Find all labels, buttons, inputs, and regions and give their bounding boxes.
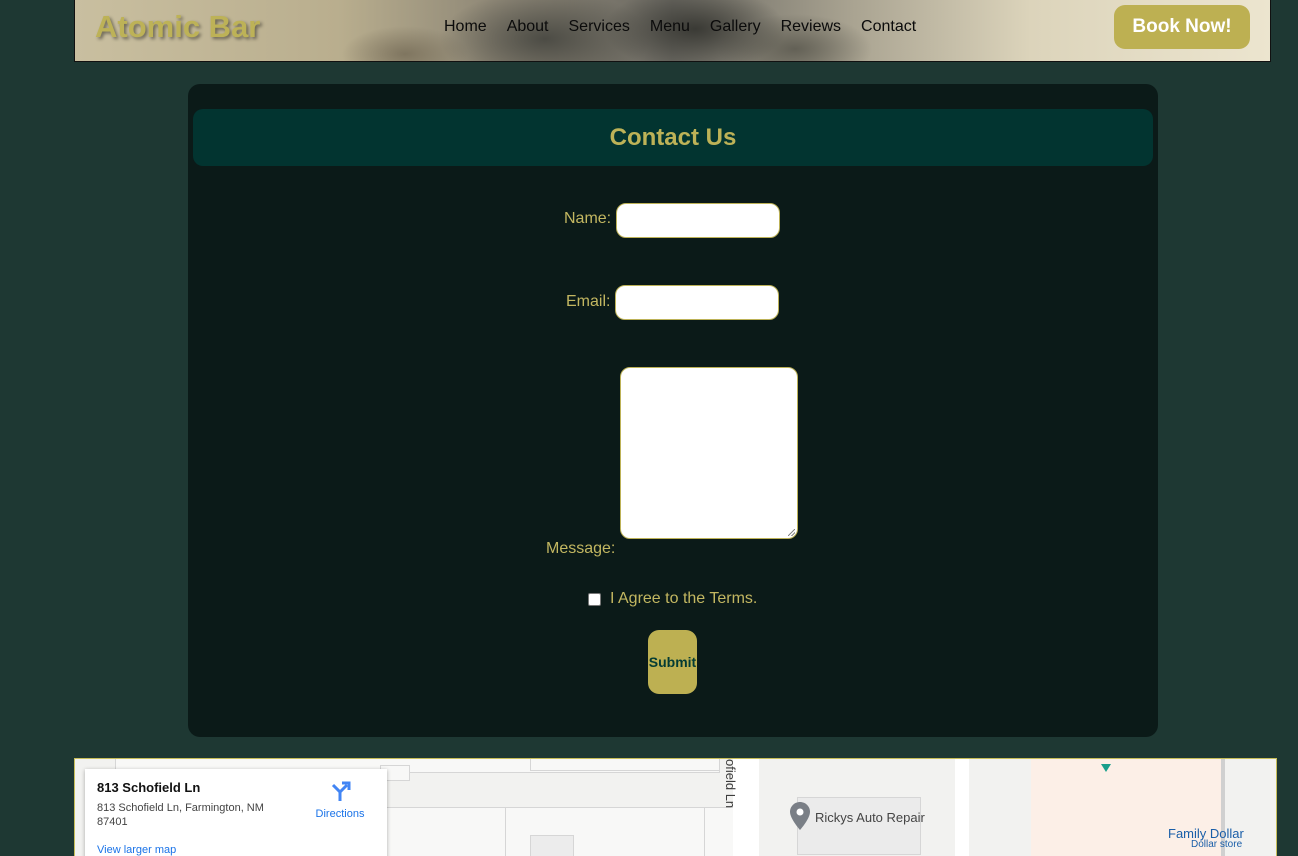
- nav-reviews[interactable]: Reviews: [781, 18, 841, 36]
- book-now-button[interactable]: Book Now!: [1114, 5, 1250, 49]
- name-label: Name:: [564, 210, 612, 227]
- directions-button[interactable]: Directions: [309, 781, 371, 820]
- message-textarea[interactable]: [620, 367, 798, 539]
- map-info-panel: 813 Schofield Ln 813 Schofield Ln, Farmi…: [85, 769, 387, 856]
- map-block: [530, 759, 720, 771]
- contact-title-bar: Contact Us: [193, 109, 1153, 166]
- nav-menu[interactable]: Menu: [650, 18, 690, 36]
- terms-label[interactable]: I Agree to the Terms.: [610, 590, 757, 608]
- email-input[interactable]: [615, 285, 779, 320]
- place-title: 813 Schofield Ln: [97, 780, 201, 795]
- place-address: 813 Schofield Ln, Farmington, NM 87401: [97, 802, 264, 828]
- nav-about[interactable]: About: [507, 18, 549, 36]
- nav-home[interactable]: Home: [444, 18, 487, 36]
- map-marker-icon: [1101, 759, 1111, 777]
- directions-icon: [329, 781, 351, 805]
- email-label: Email:: [566, 293, 611, 310]
- contact-form-card: Contact Us Name: Email: Message: I Agree…: [188, 84, 1158, 737]
- main-nav: Home About Services Menu Gallery Reviews…: [444, 18, 916, 36]
- map-road: [955, 759, 969, 856]
- terms-checkbox[interactable]: [588, 593, 601, 606]
- resize-handle-icon[interactable]: [788, 529, 795, 536]
- submit-button[interactable]: Submit: [648, 630, 697, 694]
- embedded-map[interactable]: ofield Ln Rickys Auto Repair Family Doll…: [74, 758, 1277, 856]
- map-block: [530, 835, 574, 856]
- site-header: Atomic Bar Home About Services Menu Gall…: [74, 0, 1271, 62]
- street-label: ofield Ln: [723, 759, 738, 809]
- contact-title: Contact Us: [609, 124, 737, 151]
- poi-auto-repair[interactable]: Rickys Auto Repair: [815, 810, 925, 825]
- directions-label: Directions: [315, 808, 365, 820]
- poi-store-type: Dollar store: [1191, 839, 1243, 850]
- view-larger-map-link[interactable]: View larger map: [97, 844, 176, 856]
- name-input[interactable]: [616, 203, 780, 238]
- map-pin-icon[interactable]: [790, 802, 810, 835]
- nav-gallery[interactable]: Gallery: [710, 18, 761, 36]
- nav-services[interactable]: Services: [569, 18, 630, 36]
- map-building: [797, 797, 921, 855]
- nav-contact[interactable]: Contact: [861, 18, 916, 36]
- site-logo[interactable]: Atomic Bar: [95, 9, 260, 45]
- message-label: Message:: [546, 540, 616, 557]
